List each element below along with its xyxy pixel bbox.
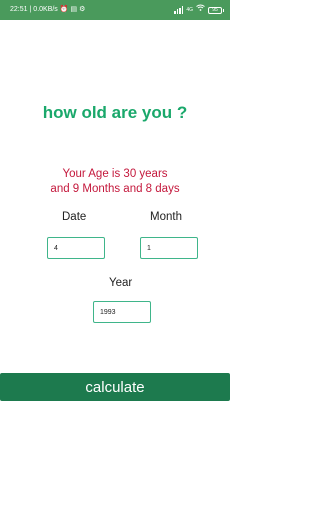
status-right: 4G 95 — [174, 0, 224, 20]
alarm-icon: ⏰ — [59, 6, 69, 13]
age-result-line-2: and 9 Months and 8 days — [50, 183, 180, 195]
settings-gear-icon: ⚙ — [79, 6, 86, 13]
4g-icon: 4G — [186, 7, 193, 13]
calculate-button[interactable]: calculate — [0, 373, 230, 401]
date-input[interactable] — [47, 237, 105, 259]
month-input[interactable] — [140, 237, 198, 259]
status-bar: 22:51 | 0.0KB/s ⏰ ▤ ⚙ 4G 95 — [0, 0, 230, 20]
battery-icon: 95 — [208, 6, 224, 14]
status-left: 22:51 | 0.0KB/s ⏰ ▤ ⚙ — [10, 0, 85, 20]
age-result-line-1: Your Age is 30 years — [62, 168, 168, 180]
storage-icon: ▤ — [70, 6, 78, 13]
year-label: Year — [109, 277, 133, 289]
page-title: how old are you ? — [42, 103, 188, 122]
signal-icon — [174, 6, 184, 14]
status-time: 22:51 — [10, 6, 28, 13]
wifi-icon — [196, 0, 205, 20]
status-network-speed: | 0.0KB/s — [29, 6, 58, 13]
age-result: Your Age is 30 years and 9 Months and 8 … — [0, 167, 230, 197]
date-label: Date — [62, 211, 87, 223]
app-screen: 22:51 | 0.0KB/s ⏰ ▤ ⚙ 4G 95 how old are … — [0, 0, 230, 512]
year-input[interactable] — [93, 301, 151, 323]
month-label: Month — [150, 211, 182, 223]
